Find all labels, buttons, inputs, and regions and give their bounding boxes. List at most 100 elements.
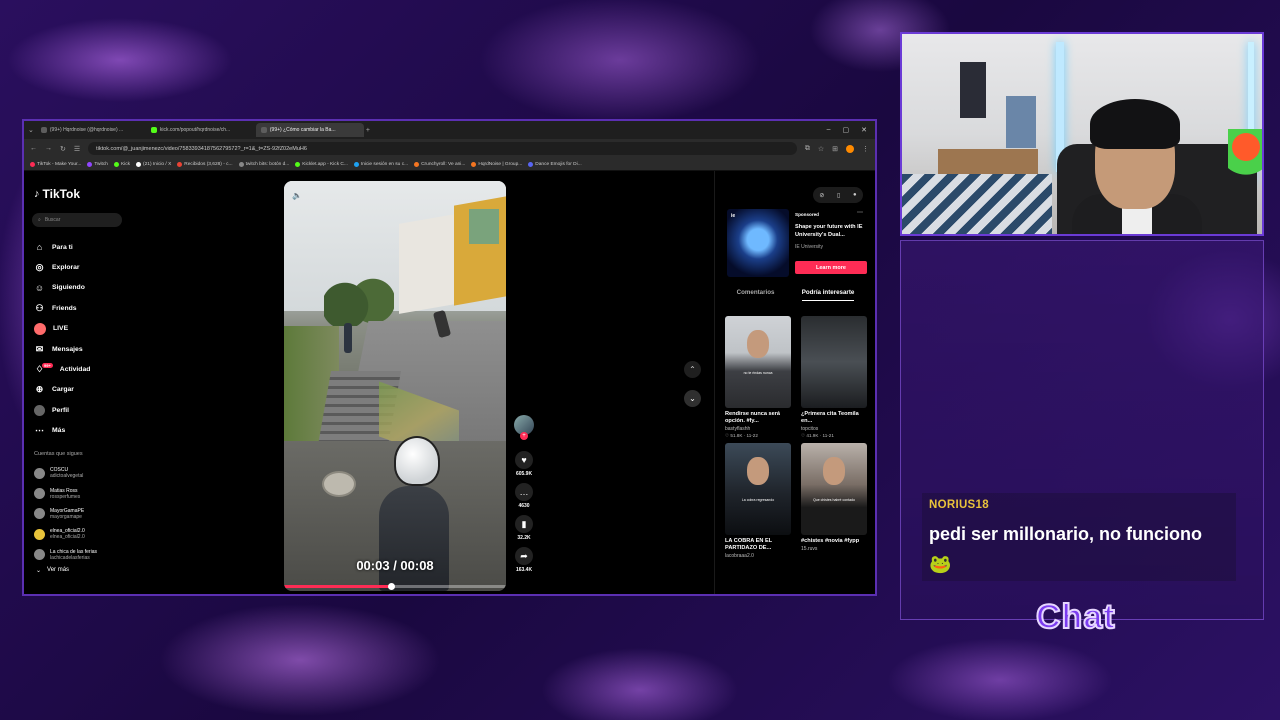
bookmark-item[interactable]: Crunchyroll: Ve ani...	[414, 161, 465, 167]
ad-title[interactable]: Shape your future with IE University's D…	[795, 223, 870, 239]
cast-icon[interactable]: ⧉	[805, 145, 810, 153]
following-account[interactable]: COSCU adictoalvegetal	[34, 463, 97, 483]
tab-label: kick.com/popout/hqrdnoise/ch...	[159, 127, 231, 133]
ad-more-icon[interactable]: ⋯	[857, 209, 863, 216]
right-panel: ⊘ ▯ ● ie Sponsored ⋯ Shape your future w…	[714, 171, 875, 594]
minimize-icon[interactable]: –	[827, 126, 831, 134]
sidebar-item-cargar[interactable]: ⊕ Cargar	[34, 380, 90, 400]
tiktok-note-icon: ♪	[34, 188, 40, 200]
video-progress-knob[interactable]	[387, 583, 395, 590]
video-player[interactable]: 🔈 00:03 / 00:08	[284, 181, 506, 591]
card-thumbnail[interactable]	[801, 316, 867, 408]
live-icon	[34, 322, 46, 335]
ad-thumbnail[interactable]: ie	[727, 209, 789, 277]
bookmark-item[interactable]: twitch bits: botón d...	[238, 161, 289, 167]
menu-icon[interactable]: ⋮	[862, 145, 869, 153]
user-avatar[interactable]: ●	[853, 192, 857, 198]
bookmark-favicon-icon	[353, 161, 359, 167]
next-video-button[interactable]: ⌄	[684, 390, 701, 407]
tab-search-icon[interactable]: ⌄	[28, 126, 34, 134]
following-account[interactable]: MayorGamaPE mayorgamape	[34, 504, 97, 524]
recommendation-card[interactable]: Que chistes habré contado #chistes #novi…	[801, 443, 867, 559]
sidebar-item-mas[interactable]: ⋯ Más	[34, 421, 90, 441]
profile-icon	[34, 404, 45, 416]
sidebar-item-siguiendo[interactable]: ☺ Siguiendo	[34, 278, 90, 298]
url-field[interactable]: tiktok.com/@_juanjimenezc/video/75833934…	[88, 142, 797, 155]
following-account[interactable]: Matias Ross rossperfumes	[34, 483, 97, 503]
see-more-button[interactable]: ⌄ Ver más	[36, 567, 69, 574]
browser-tab[interactable]: (99+) Hqrdnoise (@hqrdnoise) ...	[36, 123, 144, 137]
bookmark-item[interactable]: Dance Emojis for Di...	[528, 161, 582, 167]
bookmark-item[interactable]: (21) Inicio / X	[136, 161, 171, 167]
follow-plus-icon[interactable]: +	[520, 432, 528, 440]
site-info-icon[interactable]: ☰	[74, 145, 80, 153]
tab-podria-interesarte[interactable]: Podría interesarte	[801, 289, 855, 301]
link-icon[interactable]: ⊘	[819, 192, 824, 199]
card-thumbnail[interactable]: Que chistes habré contado	[801, 443, 867, 535]
video-progress-bar[interactable]	[284, 583, 506, 590]
account-handle: mayorgamape	[50, 513, 82, 520]
recommendation-card[interactable]: no te rindas nunca Rendirse nunca será o…	[725, 316, 791, 439]
close-icon[interactable]: ✕	[861, 126, 867, 134]
following-account[interactable]: La chica de las ferias lachicadelasferias	[34, 545, 97, 565]
sidebar-item-explorar[interactable]: ◎ Explorar	[34, 257, 90, 277]
thumbnail-face	[747, 457, 769, 485]
tiktok-logo[interactable]: ♪ TikTok	[34, 187, 80, 201]
thumbnail-caption: Que chistes habré contado	[813, 498, 855, 503]
bookmark-item[interactable]: HqrdNoise | Group...	[471, 161, 522, 167]
volume-icon[interactable]: 🔈	[292, 191, 302, 200]
bookmark-item[interactable]: Inicie sesión en su c...	[353, 161, 409, 167]
sidebar-item-mensajes[interactable]: ✉ Mensajes	[34, 339, 90, 359]
following-list: COSCU adictoalvegetal Matias Ross rossperf…	[34, 463, 97, 565]
bookmark-item[interactable]: Kicklet.app - Kick C...	[295, 161, 348, 167]
previous-video-button[interactable]: ⌃	[684, 361, 701, 378]
card-thumbnail[interactable]: La cobra regresando	[725, 443, 791, 535]
card-meta: ♡ 51.8K · 11-22	[725, 433, 758, 438]
bookmark-star-icon[interactable]: ☆	[818, 145, 824, 153]
sidebar-item-para-ti[interactable]: ⌂ Para ti	[34, 237, 90, 257]
new-tab-button[interactable]: +	[366, 127, 370, 134]
creator-avatar[interactable]: +	[514, 415, 534, 440]
card-title: Rendirse nunca será opción. #fy...	[725, 411, 781, 424]
sidebar-item-perfil[interactable]: Perfil	[34, 400, 90, 420]
bookmark-item[interactable]: Recibidos (3,628) - c...	[177, 161, 233, 167]
share-button[interactable]: ➦ 163.4K	[515, 547, 533, 573]
following-icon: ☺	[34, 282, 45, 293]
sidebar-item-live[interactable]: LIVE	[34, 319, 90, 339]
sidebar-item-actividad[interactable]: ♢ 99+ Actividad	[34, 359, 90, 379]
comment-button[interactable]: … 4630	[515, 483, 533, 509]
following-account[interactable]: elnea_oficial2.0 elnea_oficial2.0	[34, 524, 97, 544]
browser-window: ⌄ (99+) Hqrdnoise (@hqrdnoise) ... kick.…	[22, 119, 877, 596]
cam-poster	[1006, 96, 1036, 148]
profile-avatar[interactable]	[846, 144, 854, 153]
browser-tab-active[interactable]: (99+) ¿Cómo cambiar la Ba...	[255, 123, 364, 137]
bookmark-item[interactable]: TikTok - Make Your...	[30, 161, 81, 167]
sidebar-item-label: Cargar	[52, 386, 74, 394]
reload-icon[interactable]: ↻	[60, 145, 66, 153]
search-icon: ⌕	[38, 217, 41, 223]
search-input[interactable]: ⌕ Buscar	[32, 213, 122, 227]
device-icon[interactable]: ▯	[837, 192, 840, 199]
extension-icon[interactable]: ⊞	[832, 145, 838, 153]
sidebar-item-friends[interactable]: ⚇ Friends	[34, 298, 90, 318]
account-handle: lachicadelasferias	[50, 554, 90, 561]
browser-tab[interactable]: kick.com/popout/hqrdnoise/ch...	[146, 123, 254, 137]
tab-comentarios[interactable]: Comentarios	[737, 289, 775, 301]
tab-label: (99+) Hqrdnoise (@hqrdnoise) ...	[49, 127, 124, 133]
bookmark-label: Inicie sesión en su c...	[360, 161, 409, 167]
save-count: 32.2K	[517, 535, 531, 541]
recommendation-card[interactable]: La cobra regresando LA COBRA EN EL PARTI…	[725, 443, 791, 559]
save-button[interactable]: ▮ 32.2K	[515, 515, 533, 541]
chat-message: NORIUS18 pedi ser millonario, no funcion…	[922, 493, 1236, 581]
forward-icon[interactable]: →	[45, 145, 52, 152]
back-icon[interactable]: ←	[30, 145, 37, 152]
bookmark-item[interactable]: Twitch	[87, 161, 108, 167]
card-thumbnail[interactable]: no te rindas nunca	[725, 316, 791, 408]
learn-more-button[interactable]: Learn more	[795, 261, 867, 274]
like-button[interactable]: ♥ 605.9K	[515, 451, 533, 477]
recommendation-card[interactable]: ¿Primera cita Teomila en... topcitos ♡ 4…	[801, 316, 867, 439]
card-meta: ♡ 41.9K · 11-21	[801, 433, 834, 438]
bookmark-item[interactable]: Kick	[113, 161, 130, 167]
maximize-icon[interactable]: ▢	[843, 126, 850, 134]
address-bar: ← → ↻ ☰ tiktok.com/@_juanjimenezc/video/…	[24, 139, 875, 158]
